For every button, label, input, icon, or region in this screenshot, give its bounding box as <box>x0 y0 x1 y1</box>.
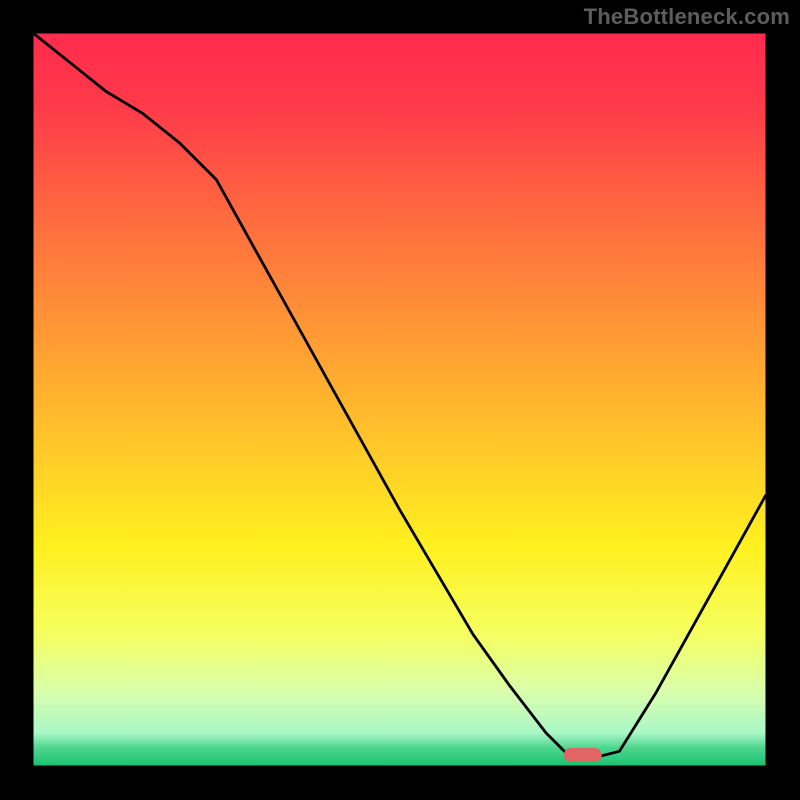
plot-background <box>33 33 766 766</box>
optimum-marker <box>564 748 602 762</box>
chart-stage: TheBottleneck.com <box>0 0 800 800</box>
plot-svg <box>0 0 800 800</box>
